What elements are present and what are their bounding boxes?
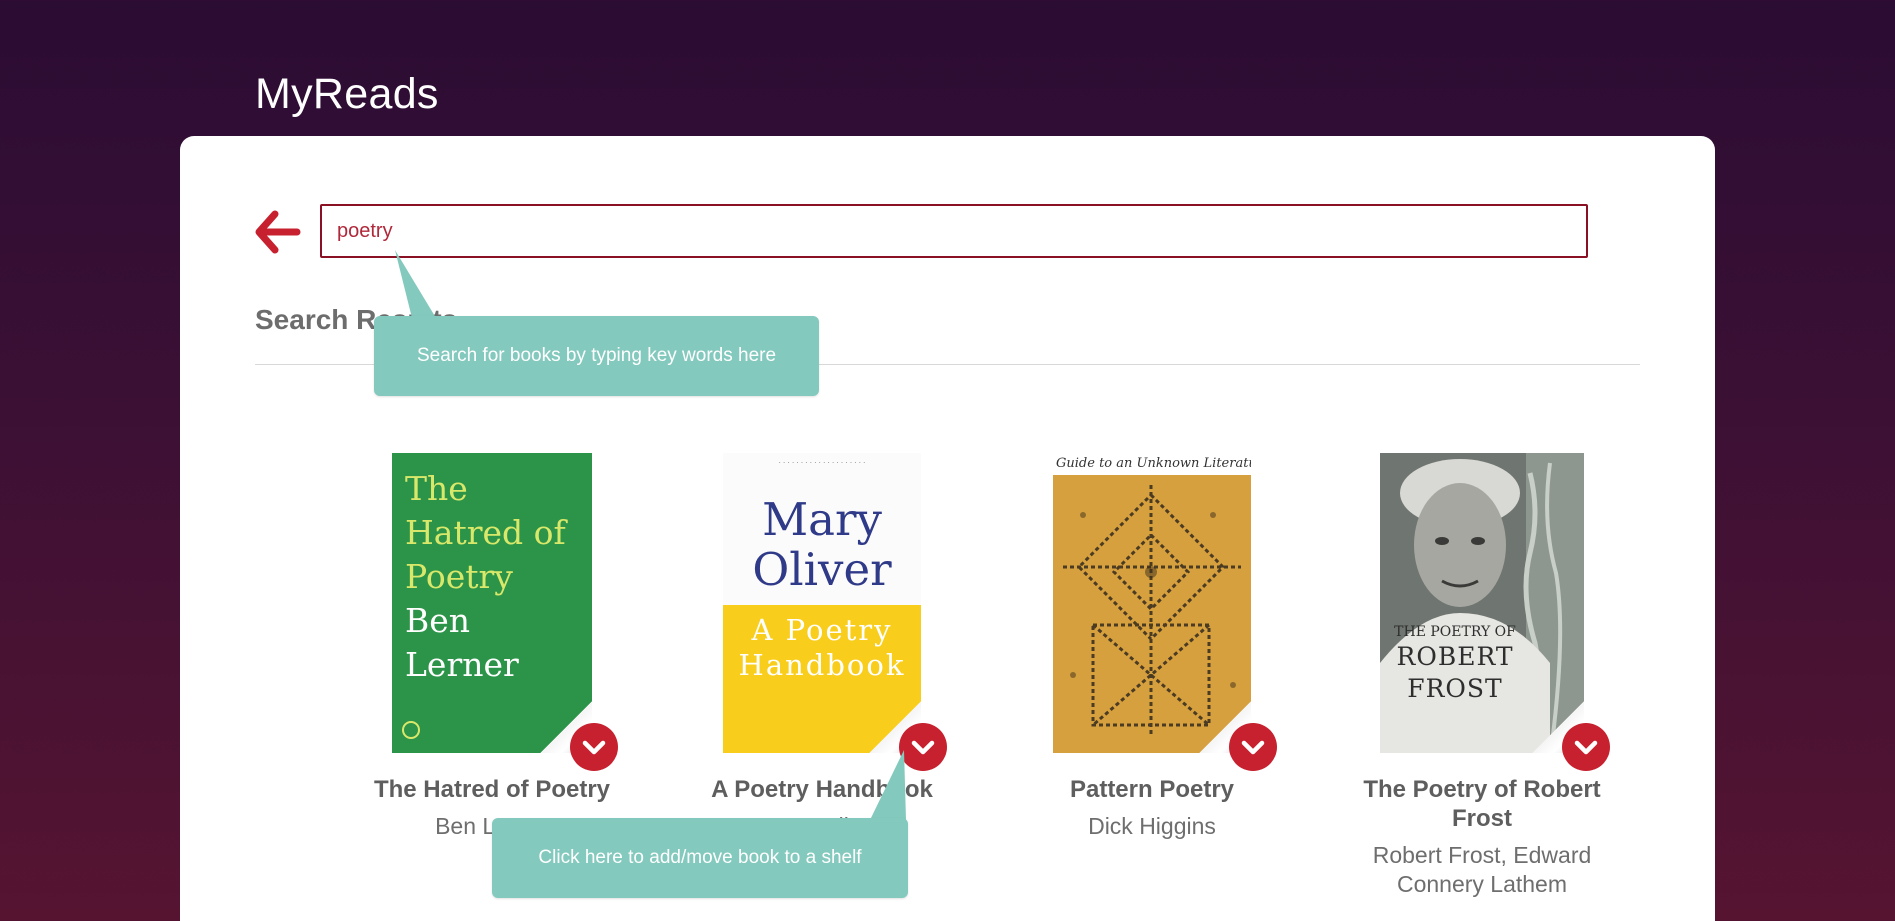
tooltip-pointer [395, 250, 436, 318]
search-input[interactable] [320, 204, 1588, 258]
back-button[interactable] [253, 208, 301, 256]
book-item: THE POETRY OF ROBERT FROST The Poetry of… [1342, 453, 1622, 899]
tooltip-pointer [870, 750, 906, 820]
book-item: Guide to an Unknown Literature Pattern P… [1012, 453, 1292, 841]
book-cover[interactable]: The Hatred of Poetry Ben Lerner [392, 453, 592, 753]
book-authors: Robert Frost, Edward Connery Lathem [1372, 842, 1592, 897]
book-title: A Poetry Handbook [711, 776, 933, 803]
book-cover[interactable]: THE POETRY OF ROBERT FROST [1380, 453, 1584, 753]
book-cover[interactable]: · · · · · · · · · · · · · · · · · · · · … [723, 453, 921, 753]
chevron-down-icon [911, 740, 935, 755]
book-title: The Hatred of Poetry [373, 776, 611, 803]
shelf-changer-button[interactable] [1229, 723, 1277, 771]
chevron-down-icon [1241, 740, 1265, 755]
chevron-down-icon [1574, 740, 1598, 755]
book-title: The Poetry of Robert Frost [1363, 776, 1601, 832]
book-title: Pattern Poetry [1069, 776, 1235, 803]
app-title: MyReads [255, 70, 439, 118]
arrow-left-icon [255, 210, 301, 254]
book-item: · · · · · · · · · · · · · · · · · · · · … [682, 453, 962, 841]
search-page-card: Search Results The Hatred of Poetry Ben … [180, 136, 1715, 921]
book-item: The Hatred of Poetry Ben Lerner The Hatr… [352, 453, 632, 841]
shelf-hint-tooltip: Click here to add/move book to a shelf [492, 818, 908, 898]
book-cover[interactable]: Guide to an Unknown Literature [1053, 453, 1251, 753]
book-authors: Dick Higgins [1088, 813, 1216, 839]
chevron-down-icon [582, 740, 606, 755]
shelf-changer-button[interactable] [1562, 723, 1610, 771]
search-hint-tooltip: Search for books by typing key words her… [374, 316, 819, 396]
shelf-changer-button[interactable] [570, 723, 618, 771]
publisher-logo [402, 721, 420, 739]
